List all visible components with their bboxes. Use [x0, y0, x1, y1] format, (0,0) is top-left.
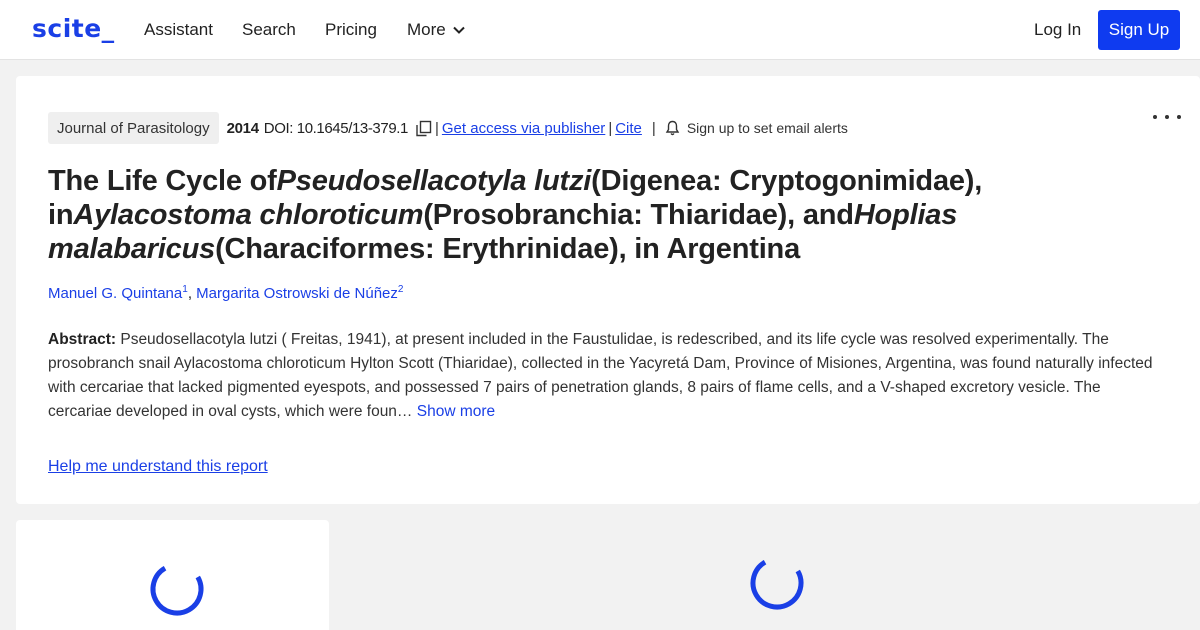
- title-text: The Life Cycle of: [48, 165, 277, 197]
- separator: |: [434, 119, 439, 137]
- article-title: The Life Cycle ofPseudosellacotyla lutzi…: [48, 164, 1088, 266]
- nav-more-label: More: [407, 20, 446, 39]
- abstract-text: Pseudosellacotyla lutzi ( Freitas, 1941)…: [48, 331, 1153, 420]
- more-options-icon[interactable]: [1153, 112, 1181, 122]
- abstract-label: Abstract:: [48, 331, 117, 348]
- copy-icon[interactable]: [415, 120, 432, 137]
- separator: ,: [187, 285, 197, 302]
- abstract: Abstract: Pseudosellacotyla lutzi ( Frei…: [48, 328, 1168, 424]
- loading-spinner-icon: [150, 562, 204, 616]
- title-text: (Prosobranchia: Thiaridae), and: [423, 199, 854, 231]
- title-species: Aylacostoma chloroticum: [73, 199, 424, 231]
- author-link[interactable]: Margarita Ostrowski de Núñez2: [196, 284, 404, 302]
- separator: |: [608, 119, 613, 137]
- publication-year: 2014: [226, 119, 259, 137]
- author-name: Margarita Ostrowski de Núñez: [196, 285, 398, 302]
- signup-button[interactable]: Sign Up: [1098, 10, 1180, 50]
- help-understand-link[interactable]: Help me understand this report: [48, 458, 268, 476]
- title-species: Pseudosellacotyla lutzi: [276, 165, 592, 197]
- dot: [1177, 115, 1181, 119]
- article-meta: Journal of Parasitology 2014 DOI: 10.164…: [48, 112, 848, 144]
- nav-more[interactable]: More: [407, 20, 466, 40]
- doi-text: DOI: 10.1645/13-379.1: [263, 119, 409, 137]
- affiliation-number: 2: [397, 284, 404, 295]
- login-link[interactable]: Log In: [1034, 20, 1081, 40]
- separator: |: [651, 119, 656, 137]
- author-list: Manuel G. Quintana1, Margarita Ostrowski…: [48, 284, 403, 302]
- top-nav: scite_ Assistant Search Pricing More Log…: [0, 0, 1200, 60]
- side-panel: [16, 520, 329, 630]
- scite-logo[interactable]: scite_: [32, 14, 115, 43]
- nav-search[interactable]: Search: [242, 20, 296, 40]
- bell-icon[interactable]: [665, 120, 680, 136]
- author-link[interactable]: Manuel G. Quintana1: [48, 284, 188, 302]
- journal-badge[interactable]: Journal of Parasitology: [48, 112, 219, 144]
- show-more-link[interactable]: Show more: [412, 403, 495, 420]
- nav-assistant[interactable]: Assistant: [144, 20, 213, 40]
- access-publisher-link[interactable]: Get access via publisher: [442, 120, 605, 137]
- article-card: Journal of Parasitology 2014 DOI: 10.164…: [16, 76, 1200, 504]
- chevron-down-icon: [453, 26, 465, 34]
- dot: [1153, 115, 1157, 119]
- title-text: (Characiformes: Erythrinidae), in Argent…: [215, 233, 800, 265]
- nav-pricing[interactable]: Pricing: [325, 20, 377, 40]
- email-alerts-link[interactable]: Sign up to set email alerts: [687, 120, 848, 136]
- loading-spinner-icon: [750, 556, 804, 610]
- author-name: Manuel G. Quintana: [48, 285, 183, 302]
- cite-link[interactable]: Cite: [615, 120, 642, 137]
- dot: [1165, 115, 1169, 119]
